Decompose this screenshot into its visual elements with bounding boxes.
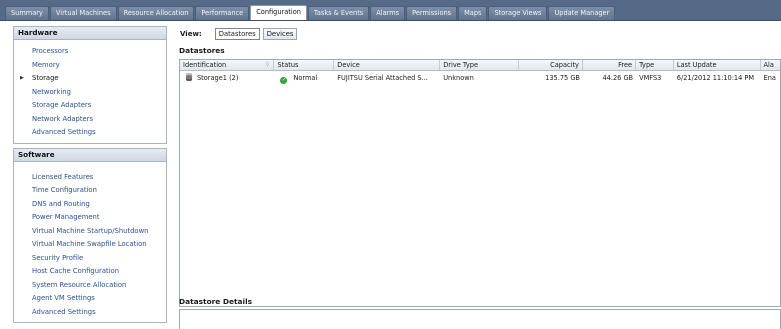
column-label: Identification — [183, 61, 227, 69]
table-header: Identification ▽ Status Device Drive Type… — [180, 60, 780, 71]
tab-list: Summary Virtual Machines Resource Allocati… — [5, 5, 616, 20]
hardware-item-processors[interactable]: Processors — [14, 45, 166, 59]
datastore-details-panel — [179, 309, 781, 329]
hardware-item-storage[interactable]: ▶ Storage — [14, 72, 166, 86]
software-item-advanced-settings[interactable]: Advanced Settings — [14, 306, 166, 320]
software-item-label: DNS and Routing — [32, 199, 90, 208]
hardware-item-memory[interactable]: Memory — [14, 59, 166, 73]
column-header-free[interactable]: Free — [583, 60, 637, 70]
cell-last-update: 6/21/2012 11:10:14 PM — [676, 74, 755, 82]
datastores-table: Identification ▽ Status Device Drive Type… — [179, 59, 781, 307]
software-item-label: Host Cache Configuration — [32, 267, 120, 275]
config-nav-panel: Hardware Processors Memory ▶ Storage Network… — [13, 26, 167, 323]
hardware-item-label: Memory — [32, 60, 60, 69]
column-header-type[interactable]: Type — [636, 60, 674, 70]
software-item-label: Virtual Machine Swapfile Location — [32, 240, 147, 248]
tab-summary[interactable]: Summary — [5, 6, 49, 20]
hardware-item-label: Processors — [32, 47, 69, 55]
cell-drive-type: Unknown — [443, 74, 474, 82]
view-devices-button[interactable]: Devices — [262, 27, 298, 40]
column-header-identification[interactable]: Identification ▽ — [180, 60, 275, 70]
datastores-title: Datastores — [179, 46, 225, 55]
tab-alarms[interactable]: Alarms — [370, 6, 406, 20]
tab-resource-allocation[interactable]: Resource Allocation — [117, 6, 195, 20]
software-item-label: Power Management — [32, 213, 100, 221]
tab-virtual-machines[interactable]: Virtual Machines — [49, 6, 117, 20]
datastore-icon — [186, 73, 192, 81]
hardware-item-advanced-settings[interactable]: Advanced Settings — [14, 126, 166, 140]
software-header: Software — [14, 148, 166, 162]
hardware-section: Hardware Processors Memory ▶ Storage Network… — [13, 26, 167, 144]
tab-configuration[interactable]: Configuration — [250, 5, 307, 20]
software-item-label: Licensed Features — [32, 172, 94, 181]
hardware-item-label: Network Adapters — [32, 114, 94, 123]
cell-capacity: 135.75 GB — [545, 74, 580, 82]
software-item-label: Agent VM Settings — [32, 294, 95, 302]
software-item-time-configuration[interactable]: Time Configuration — [14, 184, 166, 198]
hardware-item-label: Storage — [32, 74, 59, 82]
table-row[interactable]: Storage1 (2) ✓ Normal FUJITSU Serial Atta… — [180, 72, 780, 84]
software-item-security-profile[interactable]: Security Profile — [14, 252, 166, 266]
column-header-alarm[interactable]: Ala — [761, 60, 780, 70]
hardware-header: Hardware — [14, 27, 166, 40]
software-item-system-resource-allocation[interactable]: System Resource Allocation — [14, 279, 166, 293]
software-item-power-management[interactable]: Power Management — [14, 211, 166, 225]
software-item-agent-vm-settings[interactable]: Agent VM Settings — [14, 292, 166, 306]
cell-device: FUJITSU Serial Attached S... — [337, 74, 428, 82]
status-ok-icon: ✓ — [280, 77, 288, 84]
column-header-status[interactable]: Status — [274, 60, 335, 70]
hardware-item-label: Networking — [32, 87, 71, 96]
software-item-label: System Resource Allocation — [32, 280, 127, 289]
tab-bar: Summary Virtual Machines Resource Allocati… — [0, 0, 781, 21]
datastore-name: Storage1 (2) — [197, 74, 239, 82]
cell-status: ✓ Normal — [274, 72, 334, 84]
software-item-label: Advanced Settings — [32, 307, 96, 316]
sort-arrow-icon: ▽ — [265, 62, 270, 68]
status-text: Normal — [293, 74, 318, 82]
software-section: Software Licensed Features Time Configura… — [13, 147, 167, 323]
column-header-drive-type[interactable]: Drive Type — [440, 60, 520, 70]
selected-arrow-icon: ▶ — [20, 75, 24, 81]
datastore-details-title: Datastore Details — [179, 297, 253, 306]
column-header-last-update[interactable]: Last Update — [674, 60, 761, 70]
cell-identification: Storage1 (2) — [180, 72, 274, 84]
hardware-list: Processors Memory ▶ Storage Networking Storag… — [14, 40, 166, 143]
software-item-virtual-machine-swapfile-location[interactable]: Virtual Machine Swapfile Location — [14, 238, 166, 252]
cell-type: VMFS3 — [639, 74, 662, 82]
column-header-device[interactable]: Device — [334, 60, 441, 70]
software-item-virtual-machine-startup-shutdown[interactable]: Virtual Machine Startup/Shutdown — [14, 225, 166, 239]
cell-alarm: Ena — [763, 74, 776, 82]
software-item-label: Security Profile — [32, 253, 84, 262]
hardware-item-label: Advanced Settings — [32, 128, 96, 136]
software-item-licensed-features[interactable]: Licensed Features — [14, 171, 166, 185]
tab-storage-views[interactable]: Storage Views — [488, 6, 548, 20]
tab-permissions[interactable]: Permissions — [406, 6, 458, 20]
view-bar: View: Datastores Devices — [179, 26, 781, 41]
tab-maps[interactable]: Maps — [458, 6, 488, 20]
software-list: Licensed Features Time Configuration DNS a… — [14, 162, 166, 323]
main-content: View: Datastores Devices Datastores Iden… — [179, 26, 781, 329]
tab-tasks-events[interactable]: Tasks & Events — [307, 6, 370, 20]
tab-performance[interactable]: Performance — [195, 6, 250, 20]
software-item-host-cache-configuration[interactable]: Host Cache Configuration — [14, 265, 166, 279]
hardware-item-storage-adapters[interactable]: Storage Adapters — [14, 99, 166, 113]
software-item-dns-and-routing[interactable]: DNS and Routing — [14, 198, 166, 212]
hardware-item-networking[interactable]: Networking — [14, 86, 166, 100]
column-header-capacity[interactable]: Capacity — [519, 60, 583, 70]
hardware-item-label: Storage Adapters — [32, 101, 92, 109]
software-item-label: Time Configuration — [32, 186, 97, 194]
software-item-label: Virtual Machine Startup/Shutdown — [32, 226, 149, 235]
cell-free: 44.26 GB — [602, 74, 634, 82]
view-label: View: — [180, 29, 202, 38]
hardware-item-network-adapters[interactable]: Network Adapters — [14, 113, 166, 127]
tab-update-manager[interactable]: Update Manager — [548, 6, 616, 20]
view-datastores-button[interactable]: Datastores — [214, 27, 260, 40]
